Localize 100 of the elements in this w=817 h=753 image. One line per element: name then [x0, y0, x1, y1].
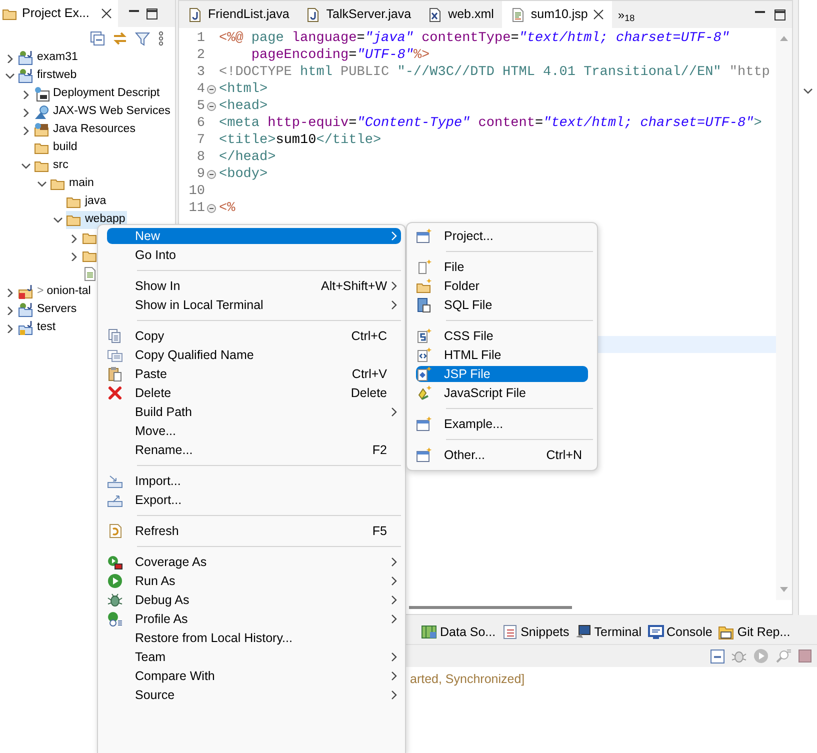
- panel-tab[interactable]: Snippets: [498, 622, 572, 642]
- collapse-all-icon[interactable]: [90, 30, 105, 46]
- menu-item[interactable]: Project...: [416, 228, 588, 244]
- expand-chevron-icon[interactable]: [5, 323, 15, 333]
- line-number: 4: [196, 81, 205, 98]
- collapse-chevron-icon[interactable]: [21, 161, 31, 171]
- editor-tab[interactable]: sum10.jsp: [502, 1, 612, 28]
- tree-item[interactable]: main: [50, 175, 96, 193]
- expand-chevron-icon[interactable]: [5, 287, 15, 297]
- menu-item[interactable]: Go Into: [107, 247, 401, 263]
- fold-icon[interactable]: [206, 102, 216, 111]
- menu-item[interactable]: Refresh F5: [107, 523, 401, 539]
- horizontal-scrollbar-thumb[interactable]: [409, 606, 572, 608]
- descriptor-icon: [34, 86, 50, 102]
- menu-item[interactable]: Copy Qualified Name: [107, 347, 401, 363]
- line-number: 2: [196, 47, 205, 64]
- xml-file-icon: [427, 6, 444, 22]
- explorer-tab[interactable]: Project Ex...: [0, 0, 118, 27]
- menu-item[interactable]: Export...: [107, 492, 401, 508]
- collapse-chevron-icon[interactable]: [37, 179, 47, 189]
- menu-item[interactable]: Debug As: [107, 592, 401, 608]
- menu-item[interactable]: Show in Local Terminal: [107, 297, 401, 313]
- editor-tab[interactable]: FriendList.java: [179, 1, 298, 28]
- expand-chevron-icon[interactable]: [69, 251, 79, 261]
- menu-item[interactable]: Team: [107, 649, 401, 665]
- maximize-icon[interactable]: [774, 8, 786, 20]
- menu-item[interactable]: Delete Delete: [107, 385, 401, 401]
- fold-icon[interactable]: [206, 170, 216, 179]
- menu-item[interactable]: Rename... F2: [107, 442, 401, 458]
- menu-item[interactable]: Import...: [107, 473, 401, 489]
- menu-item[interactable]: Restore from Local History...: [107, 630, 401, 646]
- menu-item[interactable]: Folder: [416, 278, 588, 294]
- menu-item[interactable]: Source: [107, 687, 401, 703]
- tree-item[interactable]: Servers: [18, 301, 79, 319]
- editor-tab[interactable]: TalkServer.java: [297, 1, 420, 28]
- collapse-icon[interactable]: [710, 648, 725, 664]
- menu-item[interactable]: Copy Ctrl+C: [107, 328, 401, 344]
- editor-tab[interactable]: web.xml: [419, 1, 502, 28]
- project-folder-icon: [18, 320, 34, 336]
- more-tabs-button[interactable]: »$_{18}$: [612, 1, 641, 28]
- collapse-chevron-icon[interactable]: [5, 71, 15, 81]
- close-icon[interactable]: [592, 9, 604, 20]
- terminal-icon: [575, 624, 592, 640]
- library-folder-icon: [34, 122, 50, 138]
- panel-tab[interactable]: Git Rep...: [715, 622, 794, 642]
- link-icon[interactable]: [112, 30, 128, 46]
- filter-icon[interactable]: [135, 30, 150, 46]
- menu-item[interactable]: CSS File: [416, 328, 588, 344]
- shortcut-label: F2: [372, 442, 387, 459]
- menu-item[interactable]: JSP File: [416, 366, 588, 382]
- menu-item[interactable]: Move...: [107, 423, 401, 439]
- menu-item[interactable]: Example...: [416, 416, 588, 432]
- paste-icon: [107, 366, 123, 382]
- expand-chevron-icon[interactable]: [21, 125, 31, 135]
- tree-item[interactable]: firstweb: [18, 67, 79, 85]
- menu-item[interactable]: File: [416, 259, 588, 275]
- menu-icon[interactable]: [157, 30, 165, 46]
- menu-item[interactable]: SQL File: [416, 297, 588, 313]
- stop-icon[interactable]: [797, 648, 813, 664]
- panel-tab[interactable]: Data So...: [418, 622, 499, 642]
- fold-icon[interactable]: [206, 204, 216, 213]
- expand-chevron-icon[interactable]: [69, 233, 79, 243]
- tree-item[interactable]: src: [34, 157, 70, 175]
- collapse-chevron-icon[interactable]: [53, 215, 63, 225]
- tree-item[interactable]: JAX-WS Web Services: [34, 103, 172, 121]
- menu-item[interactable]: HTML File: [416, 347, 588, 363]
- menu-item[interactable]: Compare With: [107, 668, 401, 684]
- tree-item[interactable]: build: [34, 139, 80, 157]
- data-source-icon: [421, 624, 437, 640]
- expand-chevron-icon[interactable]: [5, 53, 15, 63]
- fold-icon[interactable]: [206, 85, 216, 94]
- chevron-down-icon[interactable]: [803, 86, 813, 96]
- refresh-icon: [107, 523, 123, 539]
- panel-tab[interactable]: Console: [644, 622, 716, 642]
- code-line: <!DOCTYPE html PUBLIC "-//W3C//DTD HTML 4.01 Transitional//EN" "http: [218, 64, 770, 81]
- menu-item[interactable]: Coverage As: [107, 554, 401, 570]
- tree-item[interactable]: java: [66, 193, 108, 211]
- tree-item[interactable]: Java Resources: [34, 121, 138, 139]
- code-line: </head>: [218, 149, 276, 166]
- menu-item[interactable]: Run As: [107, 573, 401, 589]
- menu-item[interactable]: Build Path: [107, 404, 401, 420]
- code-line: <title>sum10</title>: [218, 132, 382, 149]
- panel-tab[interactable]: Terminal: [572, 622, 644, 642]
- menu-item[interactable]: Other... Ctrl+N: [416, 447, 588, 463]
- maximize-icon[interactable]: [146, 8, 158, 20]
- expand-chevron-icon[interactable]: [21, 107, 31, 117]
- expand-chevron-icon[interactable]: [21, 89, 31, 99]
- menu-item[interactable]: Paste Ctrl+V: [107, 366, 401, 382]
- tree-item[interactable]: Deployment Descript: [34, 85, 162, 103]
- menu-item[interactable]: Profile As: [107, 611, 401, 627]
- tree-item[interactable]: > onion-tal: [18, 283, 93, 301]
- tree-item[interactable]: exam31: [18, 49, 80, 67]
- menu-item[interactable]: JavaScript File: [416, 385, 588, 401]
- new-folder-icon: [416, 278, 432, 294]
- menu-item[interactable]: New: [107, 228, 401, 244]
- tree-item[interactable]: test: [18, 319, 58, 337]
- close-icon[interactable]: [101, 8, 112, 19]
- menu-item[interactable]: Show In Alt+Shift+W: [107, 278, 401, 294]
- expand-chevron-icon[interactable]: [5, 305, 15, 315]
- line-number: 3: [196, 64, 205, 81]
